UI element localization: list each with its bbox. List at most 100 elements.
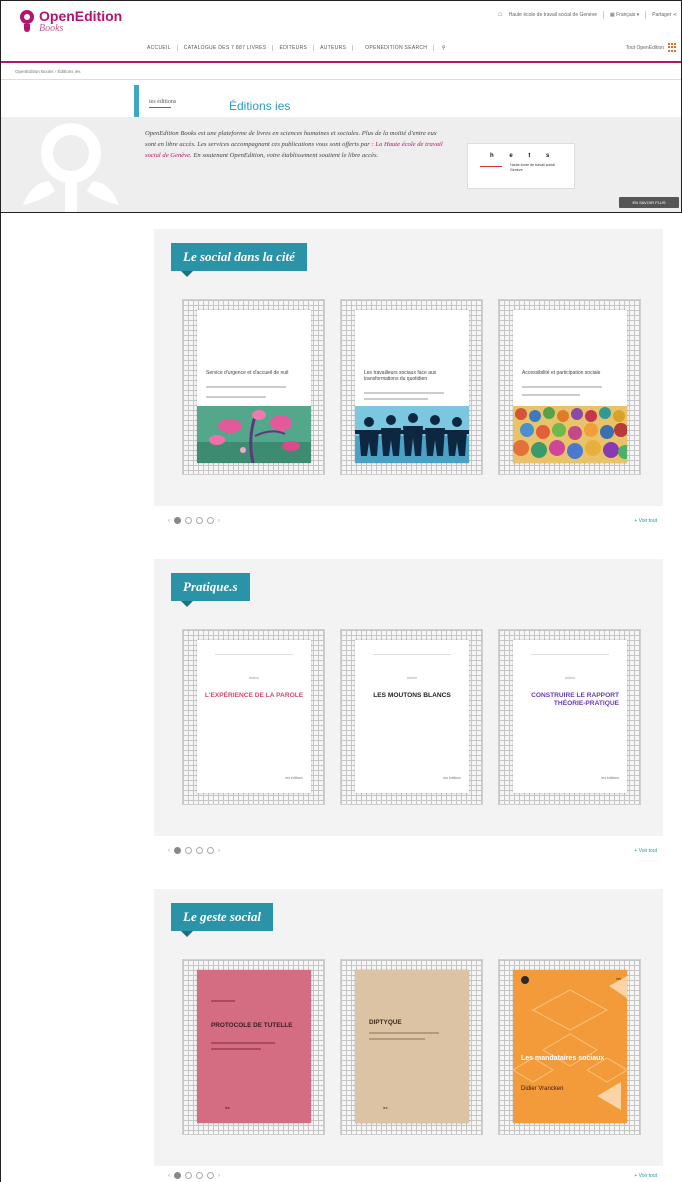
nav-item-home[interactable]: ACCUEIL xyxy=(141,45,178,51)
book-cover: Les mandataires sociaux Didier Vrancken … xyxy=(513,970,627,1123)
cover-rule xyxy=(215,654,293,655)
pager-dot[interactable] xyxy=(185,517,192,524)
nav-item-catalogue[interactable]: CATALOGUE DES 7 887 LIVRES xyxy=(178,45,274,51)
book-author: Auteur xyxy=(564,676,576,680)
book-cover: PROTOCOLE DE TUTELLE ies xyxy=(197,970,311,1123)
institution-icon: ☖ xyxy=(498,12,503,18)
book-title: Les travailleurs sociaux face aux transf… xyxy=(364,370,437,382)
book-card[interactable]: Les travailleurs sociaux face aux transf… xyxy=(340,299,483,475)
book-author: Auteur xyxy=(248,676,260,680)
book-publisher: ies xyxy=(616,977,621,981)
book-publisher: ies éditions xyxy=(443,776,461,780)
nav-item-authors[interactable]: AUTEURS xyxy=(314,45,354,51)
see-all-link[interactable]: + Voir tout xyxy=(634,518,657,524)
collection-geste-social: Le geste social PROTOCOLE DE TUTELLE ies… xyxy=(154,889,663,1182)
book-card[interactable]: DIPTYQUE ies xyxy=(340,959,483,1135)
breadcrumb-home[interactable]: OpenEdition Books xyxy=(15,69,54,74)
book-title: L'EXPÉRIENCE DE LA PAROLE xyxy=(204,692,304,699)
book-author: Auteur xyxy=(406,676,418,680)
book-card[interactable]: Auteur L'EXPÉRIENCE DE LA PAROLE ies édi… xyxy=(182,629,325,805)
pager-dot[interactable] xyxy=(207,1172,214,1179)
breadcrumb-current: Éditions ies xyxy=(57,69,81,74)
pager-prev[interactable]: ‹ xyxy=(168,1173,170,1179)
book-title: PROTOCOLE DE TUTELLE xyxy=(211,1022,293,1029)
pager-dot[interactable] xyxy=(174,517,181,524)
see-all-label: Voir tout xyxy=(638,848,657,854)
pager-dot[interactable] xyxy=(185,847,192,854)
see-all-link[interactable]: + Voir tout xyxy=(634,1173,657,1179)
publisher-logo[interactable]: ies éditions xyxy=(149,99,176,108)
pager-next[interactable]: › xyxy=(218,518,220,524)
header-divider xyxy=(1,61,681,63)
publisher-link[interactable]: Haute école de travail social de Genève xyxy=(509,12,597,18)
book-card[interactable]: PROTOCOLE DE TUTELLE ies xyxy=(182,959,325,1135)
language-selector[interactable]: ▦ Français ▾ xyxy=(610,12,639,18)
book-card[interactable]: Auteur CONSTRUIRE LE RAPPORT THÉORIE-PRA… xyxy=(498,629,641,805)
pager-dot[interactable] xyxy=(196,517,203,524)
cover-rule xyxy=(364,392,444,394)
pager-dot[interactable] xyxy=(174,847,181,854)
pager-prev[interactable]: ‹ xyxy=(168,848,170,854)
book-card[interactable]: Auteur LES MOUTONS BLANCS ies éditions xyxy=(340,629,483,805)
geometric-pattern-illustration xyxy=(513,976,627,1110)
pager-next[interactable]: › xyxy=(218,1173,220,1179)
banner-text: OpenEdition Books est une plateforme de … xyxy=(145,128,445,161)
openedition-logo[interactable]: OpenEdition Books xyxy=(19,9,122,34)
book-card[interactable]: Les mandataires sociaux Didier Vrancken … xyxy=(498,959,641,1135)
see-all-label: Voir tout xyxy=(638,1173,657,1179)
share-button[interactable]: Partager ⋖ xyxy=(652,12,677,18)
partner-logo-line xyxy=(480,166,502,167)
cover-rule xyxy=(531,654,609,655)
pager-dot[interactable] xyxy=(185,1172,192,1179)
book-card[interactable]: Service d'urgence et d'accueil de nuit i… xyxy=(182,299,325,475)
cover-rule xyxy=(211,1048,261,1050)
cover-rule xyxy=(206,396,266,398)
book-cover: Les travailleurs sociaux face aux transf… xyxy=(355,310,469,463)
all-openedition-menu[interactable]: Tout OpenEdition xyxy=(626,43,677,52)
book-card[interactable]: Accessibilité et participation sociale i… xyxy=(498,299,641,475)
share-label: Partager xyxy=(652,12,672,18)
book-cover: Auteur L'EXPÉRIENCE DE LA PAROLE ies édi… xyxy=(197,640,311,793)
book-publisher: ies xyxy=(383,1106,388,1110)
nav-item-search[interactable]: OPENEDITION SEARCH ⚲ xyxy=(353,45,458,51)
openedition-logo-icon xyxy=(19,9,35,33)
partner-logo-card[interactable]: h e t s Haute école de travail social Ge… xyxy=(467,143,575,189)
banner-text-2: . En soutenant OpenEdition, votre établi… xyxy=(190,152,379,159)
pager-dot[interactable] xyxy=(196,847,203,854)
language-label: Français xyxy=(616,12,636,18)
book-cover: Accessibilité et participation sociale i… xyxy=(513,310,627,463)
pager-dot[interactable] xyxy=(174,1172,181,1179)
collection-title[interactable]: Le social dans la cité xyxy=(171,243,307,277)
collection-title[interactable]: Le geste social xyxy=(171,903,273,937)
main-nav: ACCUEIL CATALOGUE DES 7 887 LIVRES ÉDITE… xyxy=(141,45,458,51)
nav-item-publishers[interactable]: ÉDITEURS xyxy=(273,45,315,51)
book-cover: Service d'urgence et d'accueil de nuit i… xyxy=(197,310,311,463)
book-cover: Auteur LES MOUTONS BLANCS ies éditions xyxy=(355,640,469,793)
carousel-pager: ‹ › xyxy=(168,1172,220,1179)
breadcrumb-divider xyxy=(1,79,681,80)
share-icon: ⋖ xyxy=(672,12,677,18)
cover-rule xyxy=(206,386,286,388)
book-publisher: ies éditions xyxy=(285,776,303,780)
collections-frame: Le social dans la cité Service d'urgence… xyxy=(0,212,682,1182)
search-icon: ⚲ xyxy=(441,45,446,51)
pager-next[interactable]: › xyxy=(218,848,220,854)
collection-social-cite: Le social dans la cité Service d'urgence… xyxy=(154,229,663,549)
collection-title[interactable]: Pratique.s xyxy=(171,573,250,607)
pager-dot[interactable] xyxy=(207,517,214,524)
book-cover: Auteur CONSTRUIRE LE RAPPORT THÉORIE-PRA… xyxy=(513,640,627,793)
learn-more-button[interactable]: EN SAVOIR PLUS xyxy=(619,197,679,208)
book-publisher: ies xyxy=(225,1106,230,1110)
pager-dot[interactable] xyxy=(196,1172,203,1179)
cover-rule xyxy=(211,1000,235,1002)
pager-prev[interactable]: ‹ xyxy=(168,518,170,524)
book-title: CONSTRUIRE LE RAPPORT THÉORIE-PRATIQUE xyxy=(531,692,619,707)
see-all-link[interactable]: + Voir tout xyxy=(634,848,657,854)
paper-chain-people-illustration xyxy=(355,406,469,463)
book-title: Accessibilité et participation sociale xyxy=(522,370,601,376)
book-author: Didier Vrancken xyxy=(521,1086,564,1092)
book-title: Service d'urgence et d'accueil de nuit xyxy=(206,370,289,376)
institution-banner: OpenEdition Books est une plateforme de … xyxy=(1,117,681,215)
cover-rule xyxy=(522,394,580,396)
pager-dot[interactable] xyxy=(207,847,214,854)
